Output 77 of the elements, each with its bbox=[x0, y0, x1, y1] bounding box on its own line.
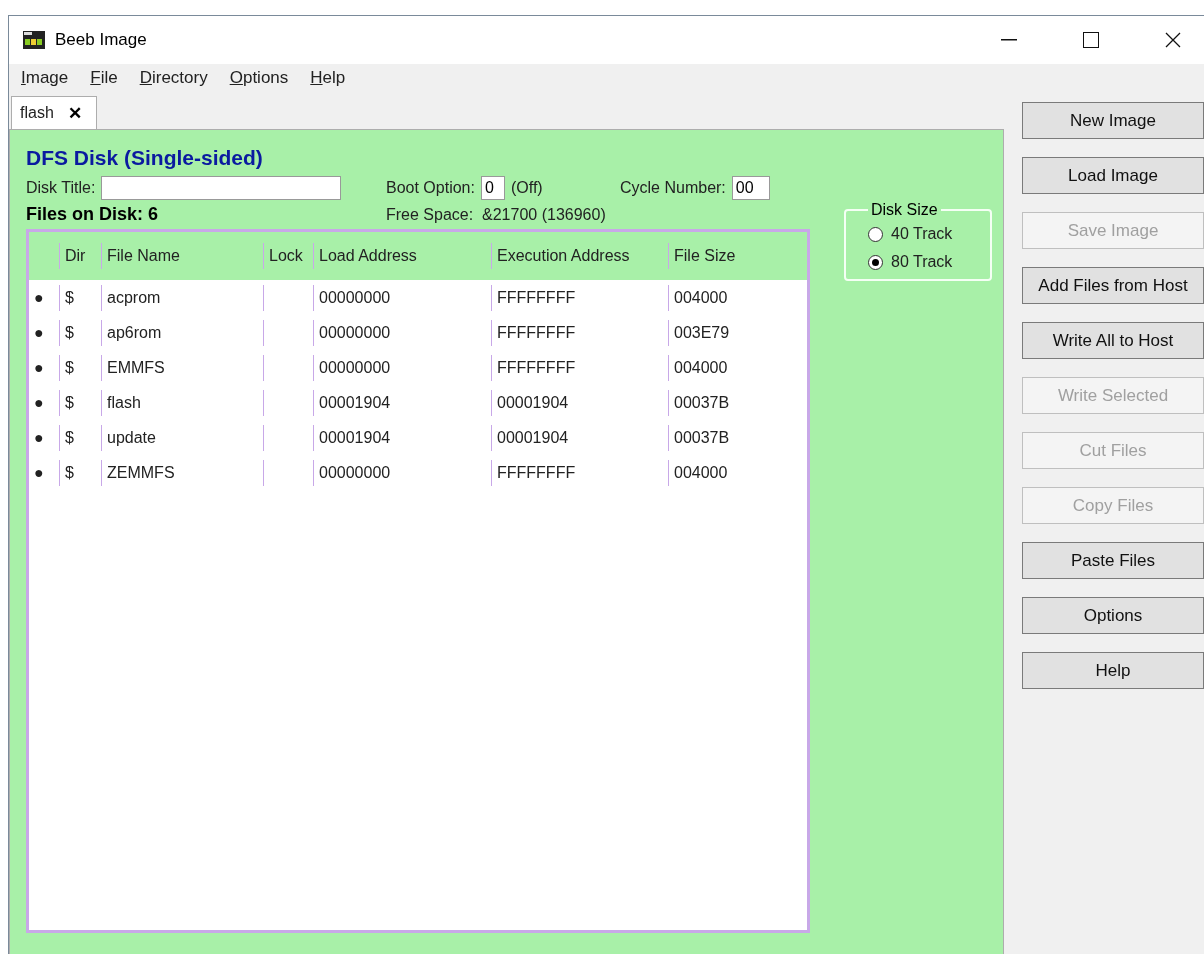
cycle-number-field[interactable]: 00 bbox=[731, 176, 770, 200]
column-header[interactable]: Dir bbox=[59, 243, 101, 269]
window-title: Beeb Image bbox=[55, 30, 148, 50]
disk-size-legend: Disk Size bbox=[868, 201, 941, 219]
tab[interactable]: flash ✕ bbox=[11, 96, 97, 129]
disk-title-label: Disk Title: bbox=[26, 179, 96, 197]
table-cell: flash bbox=[101, 389, 263, 416]
menu-item[interactable]: Help bbox=[310, 68, 346, 96]
table-cell: $ bbox=[59, 319, 101, 346]
table-cell: $ bbox=[59, 459, 101, 486]
boot-option-label: Boot Option: bbox=[386, 179, 475, 197]
table-cell: $ bbox=[59, 389, 101, 416]
disk-title-field[interactable] bbox=[101, 176, 342, 200]
app-logo-icon bbox=[23, 31, 45, 49]
menu-item[interactable]: Image bbox=[21, 68, 69, 96]
menu-item[interactable]: Options bbox=[229, 68, 289, 96]
free-space: Free Space: &21700 (136960) bbox=[386, 205, 606, 224]
table-cell: 004000 bbox=[668, 354, 807, 381]
table-cell: 00000000 bbox=[313, 319, 491, 346]
table-cell: 004000 bbox=[668, 459, 807, 486]
table-cell: 00001904 bbox=[313, 389, 491, 416]
action-button[interactable]: Paste Files bbox=[1022, 542, 1204, 579]
files-count: Files on Disk: 6 bbox=[26, 204, 159, 225]
table-cell: FFFFFFFF bbox=[491, 459, 668, 486]
column-header[interactable]: Lock bbox=[263, 243, 313, 269]
column-header[interactable]: Execution Address bbox=[491, 243, 668, 269]
maximize-icon[interactable] bbox=[1083, 32, 1099, 48]
menu-item[interactable]: Directory bbox=[139, 68, 208, 96]
table-cell-text: ● bbox=[33, 357, 45, 378]
table-cell: 00001904 bbox=[491, 424, 668, 451]
table-cell: 00000000 bbox=[313, 354, 491, 381]
cycle-number-label: Cycle Number: bbox=[620, 179, 726, 197]
table-cell: 003E79 bbox=[668, 319, 807, 346]
table-cell: FFFFFFFF bbox=[491, 354, 668, 381]
close-tab-button[interactable]: ✕ bbox=[67, 102, 82, 124]
column-header[interactable]: Load Address bbox=[313, 243, 491, 269]
minimize-icon[interactable] bbox=[1001, 39, 1017, 41]
table-cell: update bbox=[101, 424, 263, 451]
action-button[interactable]: Help bbox=[1022, 652, 1204, 689]
table-cell: 00037B bbox=[668, 389, 807, 416]
action-button[interactable]: Options bbox=[1022, 597, 1204, 634]
table-cell: EMMFS bbox=[101, 354, 263, 381]
column-header[interactable]: File Name bbox=[101, 243, 263, 269]
table-cell: 00001904 bbox=[491, 389, 668, 416]
table-cell: $ bbox=[59, 424, 101, 451]
action-button[interactable]: New Image bbox=[1022, 102, 1204, 139]
table-cell-text: ● bbox=[33, 287, 45, 308]
radio-button[interactable] bbox=[868, 226, 883, 242]
column-header[interactable]: File Size bbox=[668, 243, 807, 269]
action-button[interactable]: Write All to Host bbox=[1022, 322, 1204, 359]
disk-heading: DFS Disk (Single-sided) bbox=[26, 146, 264, 170]
table-cell: 004000 bbox=[668, 284, 807, 311]
table-cell-text: ● bbox=[33, 392, 45, 413]
table-cell: $ bbox=[59, 284, 101, 311]
boot-option-field[interactable]: 0 bbox=[480, 176, 505, 200]
close-icon[interactable] bbox=[1165, 32, 1181, 48]
table-cell-text: ● bbox=[33, 322, 45, 343]
radio-label: 40 Track bbox=[891, 225, 953, 243]
action-button[interactable]: Load Image bbox=[1022, 157, 1204, 194]
table-cell: acprom bbox=[101, 284, 263, 311]
radio-label: 80 Track bbox=[891, 253, 953, 271]
tab-label: flash bbox=[20, 104, 54, 122]
table-cell: FFFFFFFF bbox=[491, 319, 668, 346]
menu-item[interactable]: File bbox=[90, 68, 118, 96]
table-cell: ap6rom bbox=[101, 319, 263, 346]
table-cell: FFFFFFFF bbox=[491, 284, 668, 311]
action-button[interactable]: Add Files from Host bbox=[1022, 267, 1204, 304]
table-cell-text: ● bbox=[33, 462, 45, 483]
table-cell: 00037B bbox=[668, 424, 807, 451]
table-cell: $ bbox=[59, 354, 101, 381]
radio-button[interactable] bbox=[868, 254, 883, 270]
table-cell: ZEMMFS bbox=[101, 459, 263, 486]
table-cell: 00001904 bbox=[313, 424, 491, 451]
table-cell: 00000000 bbox=[313, 284, 491, 311]
table-cell: 00000000 bbox=[313, 459, 491, 486]
table-cell-text: ● bbox=[33, 427, 45, 448]
boot-option-text: (Off) bbox=[510, 179, 543, 197]
